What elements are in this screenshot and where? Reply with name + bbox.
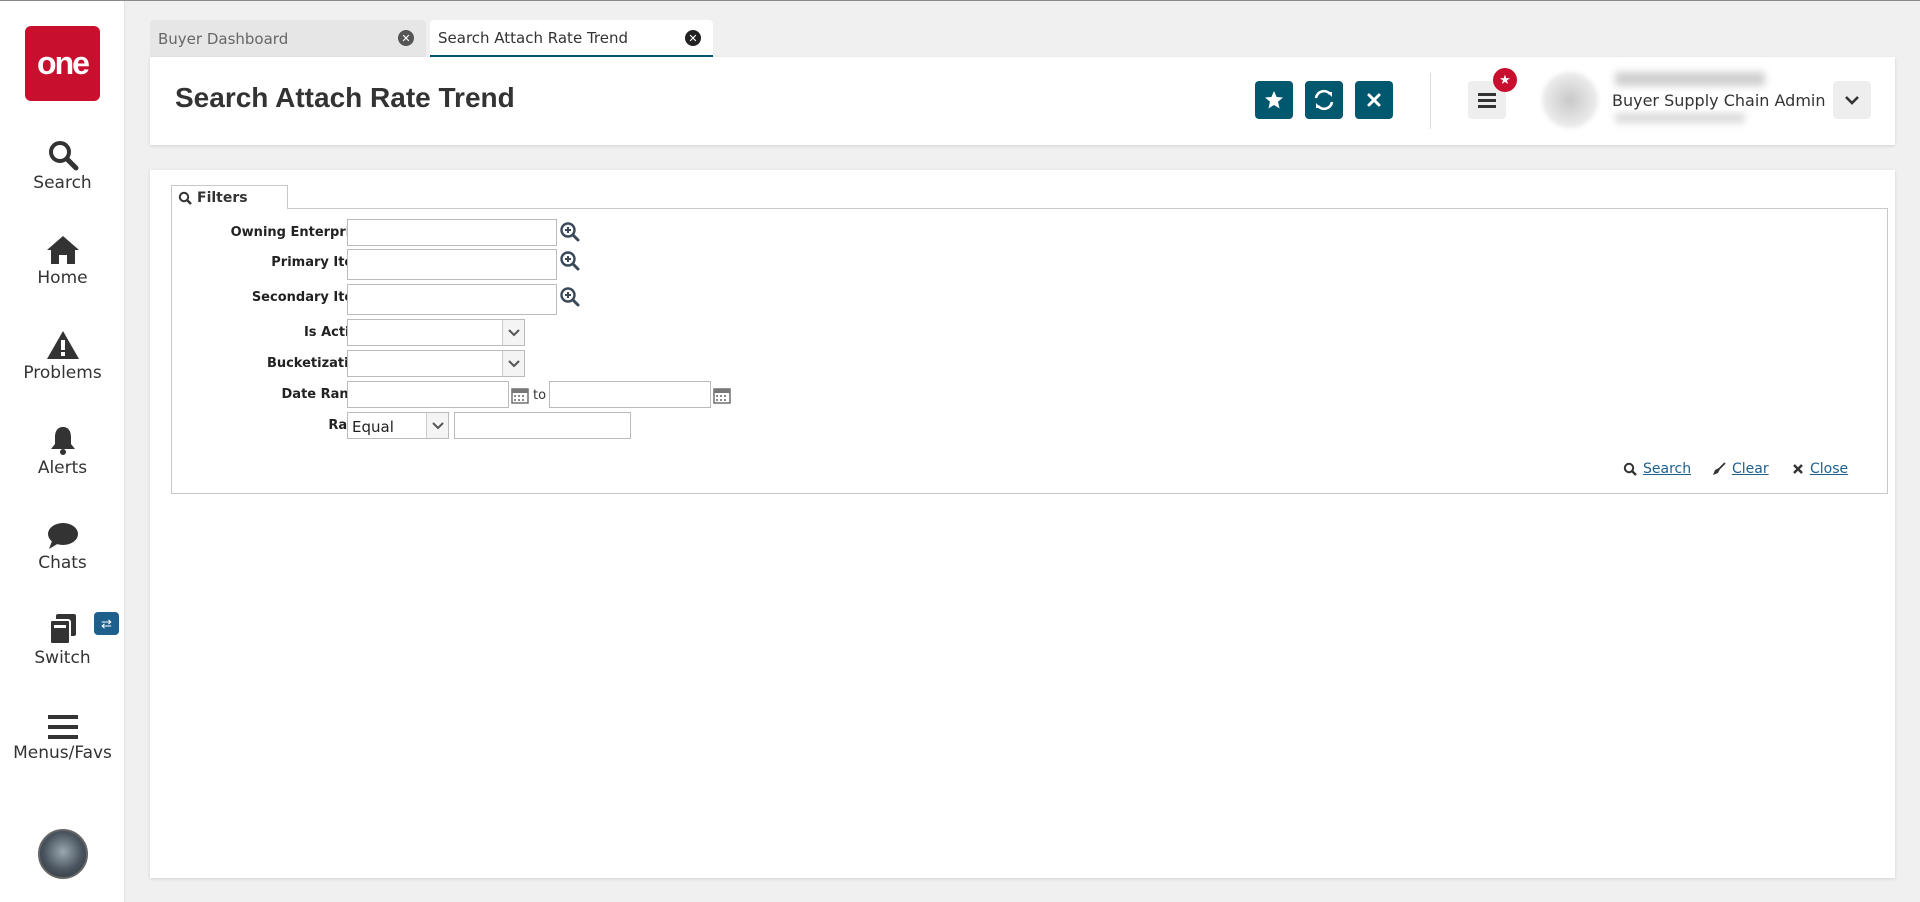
zoom-in-icon — [560, 222, 580, 242]
user-name-redacted — [1615, 72, 1765, 86]
nav-alerts[interactable]: Alerts — [0, 416, 125, 478]
ratio-operator-select[interactable]: Equal — [347, 412, 449, 439]
chevron-down-icon — [426, 413, 448, 438]
swap-arrows-icon[interactable]: ⇄ — [94, 612, 119, 635]
close-link-label: Close — [1810, 461, 1849, 477]
chevron-down-icon — [502, 320, 524, 345]
clear-link[interactable]: Clear — [1712, 461, 1769, 477]
bucketization-label: Bucketization: — [266, 356, 372, 371]
zoom-in-icon — [560, 251, 580, 271]
nav-switch-label: Switch — [34, 648, 91, 668]
tab-label: Search Attach Rate Trend — [438, 28, 628, 47]
nav-chats[interactable]: Chats — [0, 511, 125, 573]
bucketization-select[interactable] — [347, 350, 525, 377]
secondary-item-lookup[interactable] — [559, 286, 581, 308]
favorite-button[interactable] — [1255, 81, 1293, 119]
refresh-icon — [1314, 89, 1334, 111]
nav-menus-favs-label: Menus/Favs — [13, 743, 112, 763]
left-nav: one Search Home Problems Alerts Chats Sw… — [0, 1, 125, 902]
refresh-button[interactable] — [1305, 81, 1343, 119]
user-role: Buyer Supply Chain Admin — [1610, 91, 1828, 110]
ratio-value-input[interactable] — [454, 412, 631, 439]
primary-item-lookup[interactable] — [559, 250, 581, 272]
nav-home-label: Home — [37, 268, 88, 288]
user-menu-dropdown[interactable] — [1833, 81, 1871, 119]
close-icon — [1367, 93, 1381, 107]
owning-enterprise-input[interactable] — [347, 219, 557, 246]
assistant-avatar[interactable] — [38, 829, 88, 879]
nav-search-label: Search — [33, 173, 92, 193]
ratio-label: Ratio: — [172, 418, 372, 433]
page-title: Search Attach Rate Trend — [175, 82, 515, 113]
chat-icon — [0, 511, 125, 551]
user-avatar[interactable] — [1542, 72, 1598, 128]
search-link-label: Search — [1643, 461, 1692, 477]
home-icon — [0, 226, 125, 266]
star-icon — [1265, 91, 1283, 109]
nav-alerts-label: Alerts — [37, 458, 88, 478]
main-panel: Filters Owning Enterprise: Primary Item:… — [150, 170, 1895, 878]
clear-link-label: Clear — [1732, 461, 1769, 477]
broom-icon — [1712, 462, 1726, 476]
date-range-to-label: to — [533, 388, 547, 403]
search-icon — [0, 131, 125, 171]
date-range-label: Date Range: — [281, 387, 372, 402]
calendar-icon[interactable] — [713, 386, 731, 404]
is-active-select[interactable] — [347, 319, 525, 346]
calendar-icon[interactable] — [511, 386, 529, 404]
nav-search[interactable]: Search — [0, 131, 125, 193]
owning-enterprise-lookup[interactable] — [559, 221, 581, 243]
date-range-from-input[interactable] — [347, 381, 509, 408]
filters-box: Owning Enterprise: Primary Item: Seconda… — [171, 208, 1888, 494]
ratio-operator-value: Equal — [352, 418, 394, 436]
tab-label: Buyer Dashboard — [158, 29, 289, 48]
nav-chats-label: Chats — [38, 553, 87, 573]
close-icon — [1792, 463, 1804, 475]
top-border — [0, 0, 1920, 1]
nav-problems[interactable]: Problems — [0, 321, 125, 383]
bell-icon — [0, 416, 125, 456]
primary-item-label: Primary Item: — [271, 255, 372, 270]
search-link[interactable]: Search — [1623, 461, 1691, 477]
chevron-down-icon — [502, 351, 524, 376]
owning-enterprise-label: Owning Enterprise: — [230, 225, 372, 240]
secondary-item-input[interactable] — [347, 284, 557, 315]
is-active-label: Is Active: — [303, 325, 372, 340]
secondary-item-label: Secondary Item: — [251, 290, 372, 305]
date-range-to-input[interactable] — [549, 381, 711, 408]
nav-problems-label: Problems — [23, 363, 102, 383]
close-link[interactable]: Close — [1792, 461, 1848, 477]
warning-icon — [0, 321, 125, 361]
favorites-star-badge-icon: ★ — [1493, 68, 1517, 92]
search-icon — [1623, 462, 1637, 476]
close-page-button[interactable] — [1355, 81, 1393, 119]
search-icon — [178, 191, 192, 205]
page-header: Search Attach Rate Trend ★ Buyer Supply … — [150, 57, 1895, 145]
tab-search-attach-rate-trend[interactable]: Search Attach Rate Trend ✕ — [430, 20, 713, 57]
filters-tab[interactable]: Filters — [171, 185, 288, 209]
close-tab-icon[interactable]: ✕ — [398, 30, 414, 46]
filters-tab-label: Filters — [197, 189, 248, 206]
app-logo[interactable]: one — [25, 26, 100, 101]
zoom-in-icon — [560, 287, 580, 307]
tab-buyer-dashboard[interactable]: Buyer Dashboard ✕ — [150, 20, 426, 57]
hamburger-icon — [0, 701, 125, 741]
chevron-down-icon — [1845, 96, 1859, 105]
close-tab-icon[interactable]: ✕ — [685, 30, 701, 46]
nav-home[interactable]: Home — [0, 226, 125, 288]
header-divider — [1430, 73, 1431, 129]
hamburger-icon — [1478, 93, 1496, 108]
user-org-redacted — [1615, 113, 1745, 123]
nav-menus-favs[interactable]: Menus/Favs — [0, 701, 125, 763]
primary-item-input[interactable] — [347, 249, 557, 280]
